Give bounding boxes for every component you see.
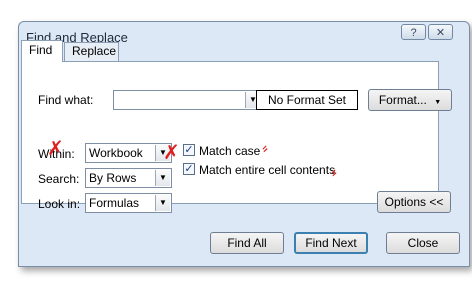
options-button[interactable]: Options << xyxy=(377,191,451,213)
match-entire-label: Match entire cell contents xyxy=(199,163,336,177)
within-value: Workbook xyxy=(89,146,143,160)
tab-find[interactable]: Find xyxy=(21,40,63,62)
chevron-down-icon: ▼ xyxy=(434,99,442,106)
search-select[interactable]: By Rows ▼ xyxy=(85,168,172,188)
find-next-button[interactable]: Find Next xyxy=(294,232,368,254)
match-entire-checkbox[interactable]: ✓ xyxy=(183,163,195,175)
format-button[interactable]: Format... ▼ xyxy=(368,89,452,111)
format-status: No Format Set xyxy=(256,90,358,110)
find-what-input[interactable]: ▼ xyxy=(113,90,262,110)
find-what-label: Find what: xyxy=(38,93,94,107)
chevron-down-icon[interactable]: ▼ xyxy=(155,170,170,186)
look-in-label: Look in: xyxy=(38,197,81,211)
match-case-label: Match case xyxy=(199,144,261,158)
annotation-x-mark: ✗ xyxy=(163,140,180,164)
find-panel xyxy=(21,61,439,204)
tab-replace-label: Replace xyxy=(72,44,117,58)
help-button[interactable]: ? xyxy=(401,24,426,40)
search-value: By Rows xyxy=(89,171,137,185)
look-in-value: Formulas xyxy=(89,196,140,210)
close-window-button[interactable]: ✕ xyxy=(428,24,453,40)
tab-replace[interactable]: Replace xyxy=(64,42,119,61)
annotation-x-mark: ✗ xyxy=(47,136,64,160)
within-select[interactable]: Workbook ▼ xyxy=(85,143,172,163)
match-case-checkbox[interactable]: ✓ xyxy=(183,144,195,156)
look-in-select[interactable]: Formulas ▼ xyxy=(85,193,172,213)
close-button[interactable]: Close xyxy=(386,232,460,254)
format-button-label: Format... xyxy=(378,93,427,107)
tab-find-label: Find xyxy=(29,43,53,57)
search-label: Search: xyxy=(38,172,80,186)
find-all-button[interactable]: Find All xyxy=(210,232,284,254)
chevron-down-icon[interactable]: ▼ xyxy=(155,195,170,211)
